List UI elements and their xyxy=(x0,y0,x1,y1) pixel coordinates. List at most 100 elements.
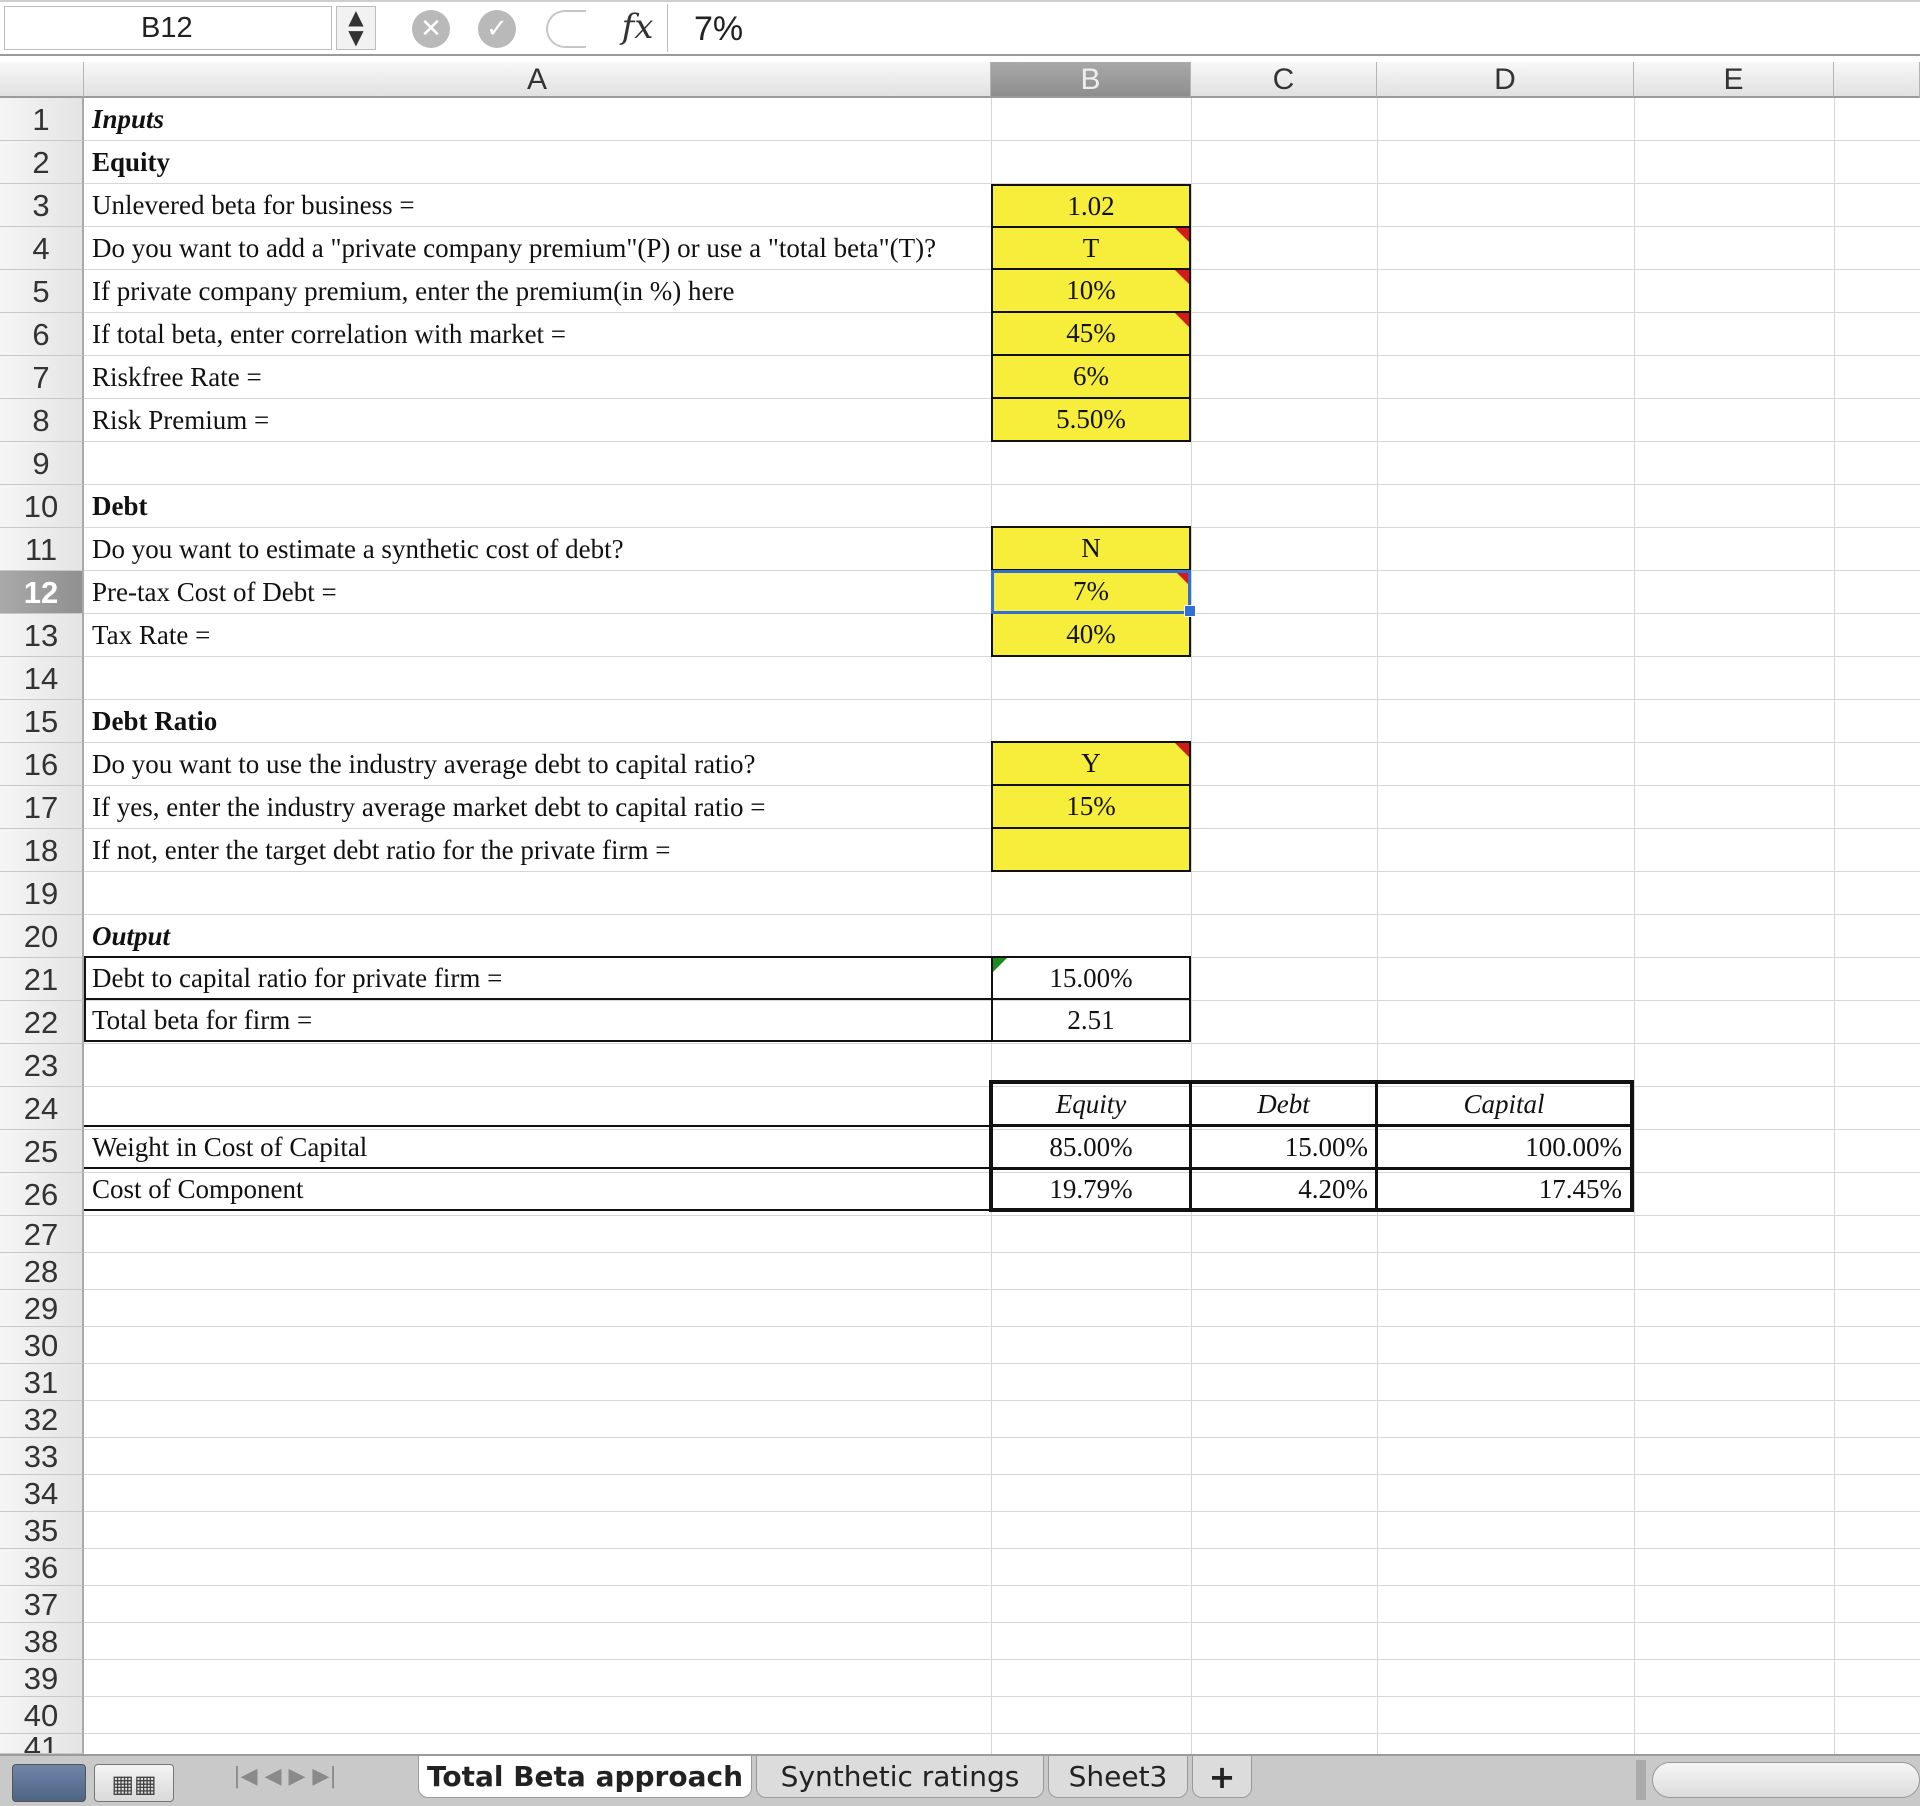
name-box[interactable]: B12 xyxy=(4,6,332,50)
row-header-33[interactable]: 33 xyxy=(0,1438,84,1475)
cell-a16[interactable]: Do you want to use the industry average … xyxy=(84,743,991,786)
cell-c25[interactable]: 15.00% xyxy=(1192,1127,1368,1167)
cell-a26[interactable]: Cost of Component xyxy=(84,1170,991,1208)
row-header-38[interactable]: 38 xyxy=(0,1623,84,1660)
column-header-a[interactable]: A xyxy=(84,62,991,98)
cell-a7[interactable]: Riskfree Rate = xyxy=(84,356,991,399)
cell-b17[interactable]: 15% xyxy=(991,784,1191,829)
row-header-5[interactable]: 5 xyxy=(0,270,84,313)
cell-b4[interactable]: T xyxy=(991,226,1191,270)
comment-marker-b6[interactable] xyxy=(1175,313,1189,327)
cell-a18[interactable]: If not, enter the target debt ratio for … xyxy=(84,829,991,872)
row-header-10[interactable]: 10 xyxy=(0,485,84,528)
cell-a1[interactable]: Inputs xyxy=(84,98,991,141)
comment-marker-b16[interactable] xyxy=(1175,743,1189,757)
cell-b24[interactable]: Equity xyxy=(993,1085,1189,1124)
row-header-31[interactable]: 31 xyxy=(0,1364,84,1401)
function-wizard-icon[interactable] xyxy=(546,10,586,48)
tab-synthetic-ratings[interactable]: Synthetic ratings xyxy=(756,1756,1044,1798)
row-header-6[interactable]: 6 xyxy=(0,313,84,356)
row-header-9[interactable]: 9 xyxy=(0,442,84,485)
row-header-4[interactable]: 4 xyxy=(0,227,84,270)
row-header-1[interactable]: 1 xyxy=(0,98,84,141)
cell-a22[interactable]: Total beta for firm = xyxy=(84,1000,991,1041)
row-header-14[interactable]: 14 xyxy=(0,657,84,700)
cell-b6[interactable]: 45% xyxy=(991,311,1191,356)
cell-b3[interactable]: 1.02 xyxy=(991,184,1191,228)
cell-b26[interactable]: 19.79% xyxy=(993,1170,1189,1208)
cell-a15[interactable]: Debt Ratio xyxy=(84,700,991,743)
cell-d24[interactable]: Capital xyxy=(1378,1085,1630,1124)
row-header-26[interactable]: 26 xyxy=(0,1173,84,1216)
cell-b11[interactable]: N xyxy=(991,526,1191,571)
formula-input[interactable]: 7% xyxy=(694,4,743,52)
row-header-13[interactable]: 13 xyxy=(0,614,84,657)
comment-marker-b4[interactable] xyxy=(1175,228,1189,242)
confirm-icon[interactable]: ✓ xyxy=(478,10,516,48)
row-header-36[interactable]: 36 xyxy=(0,1549,84,1586)
cell-d26[interactable]: 17.45% xyxy=(1378,1170,1622,1208)
tab-total-beta-approach[interactable]: Total Beta approach xyxy=(418,1756,752,1798)
row-header-11[interactable]: 11 xyxy=(0,528,84,571)
cell-b7[interactable]: 6% xyxy=(991,354,1191,399)
name-box-stepper-icon[interactable]: ▲ ▼ xyxy=(336,6,376,50)
cell-b21[interactable]: 15.00% xyxy=(991,958,1191,999)
row-header-21[interactable]: 21 xyxy=(0,958,84,1001)
column-header-b[interactable]: B xyxy=(991,62,1191,98)
cell-b22[interactable]: 2.51 xyxy=(991,1000,1191,1041)
row-header-24[interactable]: 24 xyxy=(0,1087,84,1130)
row-header-8[interactable]: 8 xyxy=(0,399,84,442)
row-header-27[interactable]: 27 xyxy=(0,1216,84,1253)
row-header-39[interactable]: 39 xyxy=(0,1660,84,1697)
cell-a6[interactable]: If total beta, enter correlation with ma… xyxy=(84,313,991,356)
row-header-2[interactable]: 2 xyxy=(0,141,84,184)
cell-a2[interactable]: Equity xyxy=(84,141,991,184)
cell-d25[interactable]: 100.00% xyxy=(1378,1127,1622,1167)
add-sheet-button[interactable]: + xyxy=(1192,1756,1252,1798)
page-layout-view-icon[interactable]: ▦▦ xyxy=(94,1764,174,1802)
row-header-12[interactable]: 12 xyxy=(0,571,84,614)
row-header-41[interactable]: 41 xyxy=(0,1734,84,1754)
cell-b25[interactable]: 85.00% xyxy=(993,1127,1189,1167)
row-header-22[interactable]: 22 xyxy=(0,1001,84,1044)
cell-a3[interactable]: Unlevered beta for business = xyxy=(84,184,991,227)
cell-a10[interactable]: Debt xyxy=(84,485,991,528)
row-header-17[interactable]: 17 xyxy=(0,786,84,829)
cell-b8[interactable]: 5.50% xyxy=(991,397,1191,442)
row-header-20[interactable]: 20 xyxy=(0,915,84,958)
column-header-e[interactable]: E xyxy=(1634,62,1834,98)
fx-icon[interactable]: fx xyxy=(608,4,668,52)
cell-b5[interactable]: 10% xyxy=(991,268,1191,313)
select-all-corner[interactable] xyxy=(0,62,84,98)
cancel-icon[interactable]: ✕ xyxy=(412,10,450,48)
cell-a13[interactable]: Tax Rate = xyxy=(84,614,991,657)
row-header-23[interactable]: 23 xyxy=(0,1044,84,1087)
comment-marker-b5[interactable] xyxy=(1175,270,1189,284)
row-header-34[interactable]: 34 xyxy=(0,1475,84,1512)
row-header-40[interactable]: 40 xyxy=(0,1697,84,1734)
fill-handle[interactable] xyxy=(1184,605,1196,617)
cell-a21[interactable]: Debt to capital ratio for private firm = xyxy=(84,958,991,999)
cell-b13[interactable]: 40% xyxy=(991,612,1191,657)
cell-c24[interactable]: Debt xyxy=(1192,1085,1375,1124)
tab-sheet3[interactable]: Sheet3 xyxy=(1048,1756,1188,1798)
normal-view-icon[interactable] xyxy=(12,1764,86,1802)
horizontal-scrollbar[interactable] xyxy=(1652,1762,1920,1798)
row-header-35[interactable]: 35 xyxy=(0,1512,84,1549)
sheet-nav-icon[interactable]: |◀ ◀ ▶ ▶| xyxy=(200,1756,370,1798)
row-header-32[interactable]: 32 xyxy=(0,1401,84,1438)
row-header-28[interactable]: 28 xyxy=(0,1253,84,1290)
column-header-f[interactable] xyxy=(1834,62,1920,98)
row-header-19[interactable]: 19 xyxy=(0,872,84,915)
cell-a17[interactable]: If yes, enter the industry average marke… xyxy=(84,786,991,829)
row-header-37[interactable]: 37 xyxy=(0,1586,84,1623)
cell-a5[interactable]: If private company premium, enter the pr… xyxy=(84,270,991,313)
cell-a25[interactable]: Weight in Cost of Capital xyxy=(84,1127,991,1167)
row-header-3[interactable]: 3 xyxy=(0,184,84,227)
row-header-7[interactable]: 7 xyxy=(0,356,84,399)
row-header-18[interactable]: 18 xyxy=(0,829,84,872)
row-header-29[interactable]: 29 xyxy=(0,1290,84,1327)
cell-a8[interactable]: Risk Premium = xyxy=(84,399,991,442)
column-header-d[interactable]: D xyxy=(1377,62,1634,98)
cell-a20[interactable]: Output xyxy=(84,915,991,958)
